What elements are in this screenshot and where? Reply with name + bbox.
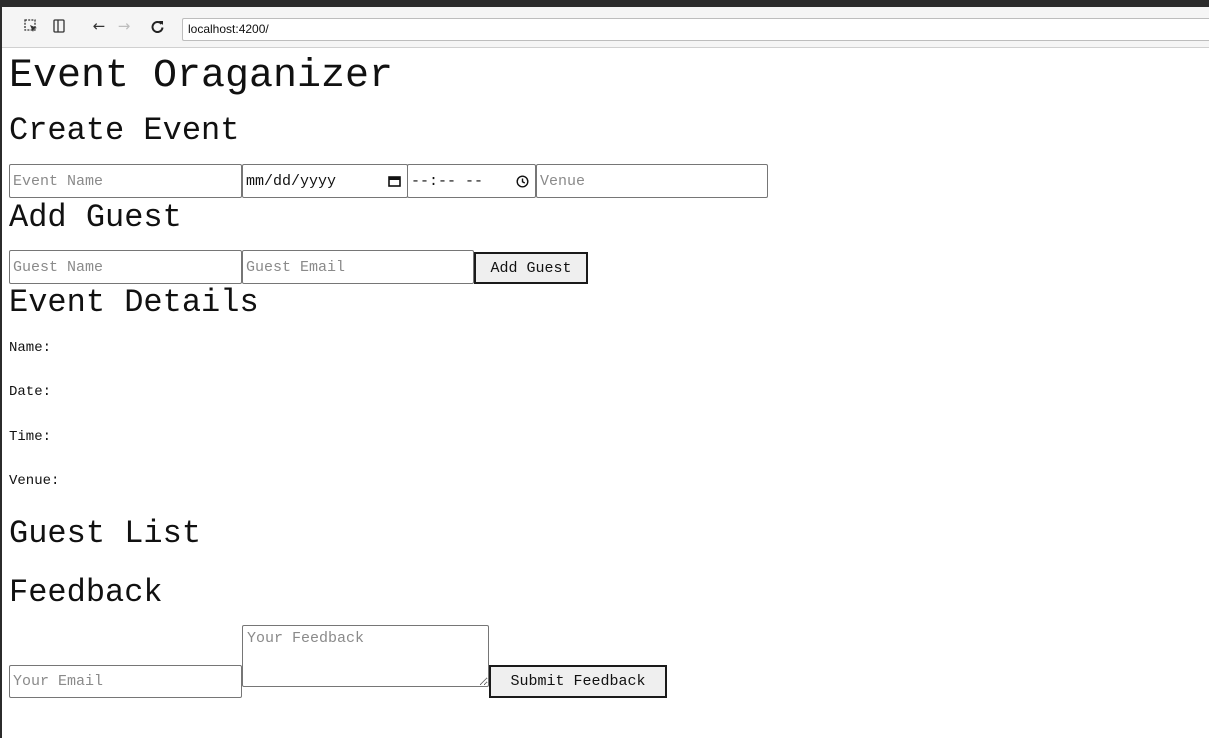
create-event-heading: Create Event: [9, 112, 240, 149]
inspect-element-icon[interactable]: [20, 15, 42, 37]
venue-input[interactable]: [536, 164, 768, 198]
detail-name-label: Name:: [9, 340, 52, 356]
guest-email-input[interactable]: [242, 250, 474, 284]
address-bar[interactable]: localhost:4200/: [182, 18, 1209, 41]
page-title: Event Oraganizer: [9, 54, 394, 99]
back-arrow-icon[interactable]: ←: [88, 15, 110, 37]
submit-feedback-button[interactable]: Submit Feedback: [489, 665, 667, 698]
time-value: --:-- --: [411, 172, 484, 190]
add-guest-button[interactable]: Add Guest: [474, 252, 588, 284]
guest-list-heading: Guest List: [9, 515, 202, 552]
event-time-input[interactable]: --:-- --: [407, 164, 536, 198]
detail-time-label: Time:: [9, 429, 52, 445]
add-guest-heading: Add Guest: [9, 199, 182, 236]
browser-toolbar: ← → localhost:4200/: [2, 7, 1209, 48]
feedback-heading: Feedback: [9, 574, 163, 611]
detail-date-label: Date:: [9, 384, 52, 400]
feedback-textarea[interactable]: [242, 625, 489, 687]
detail-venue-label: Venue:: [9, 473, 60, 489]
window-top-border: [0, 0, 1209, 7]
clock-icon[interactable]: [516, 165, 529, 197]
calendar-icon[interactable]: [388, 165, 401, 197]
guest-name-input[interactable]: [9, 250, 242, 284]
date-value: mm/dd/yyyy: [246, 172, 337, 190]
event-date-input[interactable]: mm/dd/yyyy: [242, 164, 408, 198]
device-toolbar-icon[interactable]: [48, 15, 70, 37]
feedback-email-input[interactable]: [9, 665, 242, 698]
event-name-input[interactable]: [9, 164, 242, 198]
event-details-heading: Event Details: [9, 284, 259, 321]
window-left-border: [0, 7, 2, 738]
forward-arrow-icon: →: [117, 17, 131, 35]
reload-icon[interactable]: [146, 15, 168, 37]
